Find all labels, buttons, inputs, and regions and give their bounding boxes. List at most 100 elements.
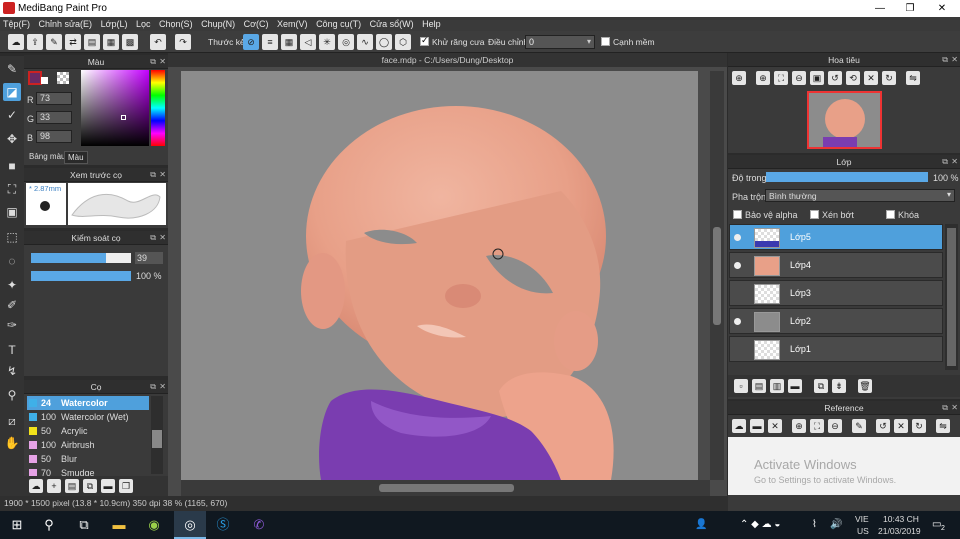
language-line2[interactable]: US <box>857 526 869 536</box>
zoom-in-icon[interactable]: ⊕ <box>756 71 770 85</box>
task-view-icon[interactable]: ⧉ <box>75 516 93 534</box>
g-input[interactable]: 33 <box>36 111 72 124</box>
merge-layer-icon[interactable]: ⇟ <box>832 379 846 393</box>
select-pen-tool-icon[interactable]: ✐ <box>3 296 21 314</box>
secondary-color-swatch[interactable] <box>41 77 48 84</box>
adjust-dropdown[interactable]: 0 ▾ <box>525 35 595 49</box>
new-layer-icon[interactable]: ▫ <box>734 379 748 393</box>
brush-list-item[interactable]: 50 Acrylic <box>27 424 149 438</box>
menu-edit[interactable]: Chỉnh sửa(E) <box>36 17 96 31</box>
viber-icon[interactable]: ✆ <box>250 516 268 534</box>
volume-icon[interactable]: 🔊 <box>830 519 842 530</box>
expand-icon[interactable]: ⧉ <box>150 168 156 182</box>
close-icon[interactable]: ✕ <box>951 401 958 415</box>
operation-tool-icon[interactable]: ↯ <box>3 362 21 380</box>
cloud-reference-icon[interactable]: ☁ <box>732 419 746 433</box>
file-explorer-icon[interactable]: ▬ <box>110 516 128 534</box>
close-icon[interactable]: ✕ <box>951 155 958 169</box>
clock-date[interactable]: 21/03/2019 <box>878 526 921 536</box>
menu-brush[interactable]: Cơ(C) <box>241 17 272 31</box>
cloud-icon[interactable]: ☁ <box>8 34 24 50</box>
menu-select[interactable]: Chọn(S) <box>156 17 196 31</box>
close-icon[interactable]: ✕ <box>159 55 166 69</box>
zoom-out-icon[interactable]: ⊖ <box>828 419 842 433</box>
upload-icon[interactable]: ⇪ <box>27 34 43 50</box>
menu-help[interactable]: Help <box>419 17 444 31</box>
flip-horizontal-icon[interactable]: ⇋ <box>936 419 950 433</box>
close-button[interactable]: ✕ <box>927 0 957 17</box>
visibility-eye-icon[interactable] <box>734 346 741 353</box>
drawing-canvas[interactable] <box>181 71 698 480</box>
zoom-in-icon[interactable]: ⊕ <box>792 419 806 433</box>
close-icon[interactable]: ✕ <box>159 168 166 182</box>
cloud-brush-icon[interactable]: ☁ <box>29 479 43 493</box>
search-icon[interactable]: ⚲ <box>40 516 58 534</box>
menu-filter[interactable]: Lọc <box>133 17 154 31</box>
brush-opacity-slider[interactable] <box>31 271 131 281</box>
horizontal-scroll-thumb[interactable] <box>379 484 514 492</box>
expand-icon[interactable]: ⧉ <box>150 231 156 245</box>
reference-canvas[interactable]: Activate Windows Go to Settings to activ… <box>728 437 960 495</box>
expand-icon[interactable]: ⧉ <box>942 155 948 169</box>
fill-tool-icon[interactable]: ⛶ <box>3 180 21 198</box>
gradient-tool-icon[interactable]: ▣ <box>3 203 21 221</box>
perspective-ruler-icon[interactable]: ◁ <box>300 34 316 50</box>
transparent-color-swatch[interactable] <box>57 72 69 84</box>
reset-icon[interactable]: ✕ <box>894 419 908 433</box>
visibility-eye-icon[interactable] <box>734 234 741 241</box>
clock-time[interactable]: 10:43 CH <box>883 514 919 524</box>
new-halftone-layer-icon[interactable]: ▤ <box>752 379 766 393</box>
menu-window[interactable]: Cửa sổ(W) <box>367 17 417 31</box>
visibility-eye-icon[interactable] <box>734 290 741 297</box>
expand-icon[interactable]: ⧉ <box>150 55 156 69</box>
layer-opacity-slider[interactable] <box>766 172 928 182</box>
radial-ruler-icon[interactable]: ✳ <box>319 34 335 50</box>
vertical-scroll-thumb[interactable] <box>713 227 721 325</box>
reset-rotate-icon[interactable]: ⟲ <box>846 71 860 85</box>
clipping-checkbox[interactable] <box>810 210 819 219</box>
copy-icon[interactable]: ❐ <box>119 479 133 493</box>
b-input[interactable]: 98 <box>36 130 72 143</box>
lock-checkbox[interactable] <box>886 210 895 219</box>
eyedropper-icon[interactable]: ✎ <box>852 419 866 433</box>
dropper-tool-icon[interactable]: ⚲ <box>3 386 21 404</box>
polygon-ruler-icon[interactable]: ⬡ <box>395 34 411 50</box>
grid-icon[interactable]: ▩ <box>122 34 138 50</box>
canvas-horizontal-scrollbar[interactable] <box>181 480 710 496</box>
brush-list-item[interactable]: 100 Airbrush <box>27 438 149 452</box>
ellipse-ruler-icon[interactable]: ◯ <box>376 34 392 50</box>
rotate-left-icon[interactable]: ↺ <box>876 419 890 433</box>
brush-list-item[interactable]: 24 Watercolor <box>27 396 149 410</box>
rotate-right-icon[interactable]: ↻ <box>912 419 926 433</box>
duplicate-brush-icon[interactable]: ⧉ <box>83 479 97 493</box>
zoom-fit-icon[interactable]: ⊕ <box>732 71 746 85</box>
layer-row[interactable]: Lớp2 <box>729 308 943 334</box>
fit-window-icon[interactable]: ⛶ <box>774 71 788 85</box>
zoom-out-icon[interactable]: ⊖ <box>792 71 806 85</box>
ruler-off-icon[interactable]: ⊘ <box>243 34 259 50</box>
tab-color[interactable]: Màu <box>64 151 88 164</box>
move-tool-icon[interactable]: ✥ <box>3 130 21 148</box>
menu-tools[interactable]: Công cụ(T) <box>313 17 364 31</box>
document-icon[interactable]: ▤ <box>84 34 100 50</box>
layer-row[interactable]: Lớp4 <box>729 252 943 278</box>
expand-icon[interactable]: ⧉ <box>150 380 156 394</box>
rotate-left-icon[interactable]: ↺ <box>828 71 842 85</box>
expand-icon[interactable]: ⧉ <box>942 401 948 415</box>
smooth-edge-checkbox[interactable] <box>601 37 610 46</box>
brush-settings-icon[interactable]: ▤ <box>65 479 79 493</box>
layer-list-scrollbar[interactable] <box>945 224 958 370</box>
primary-color-swatch[interactable] <box>28 71 42 85</box>
layer-row[interactable]: Lớp3 <box>729 280 943 306</box>
page-icon[interactable]: ▦ <box>103 34 119 50</box>
restore-button[interactable]: ❐ <box>895 0 925 17</box>
actual-size-icon[interactable]: ▣ <box>810 71 824 85</box>
hue-slider[interactable] <box>151 70 165 146</box>
menu-view[interactable]: Xem(V) <box>274 17 311 31</box>
scroll-thumb[interactable] <box>947 228 956 366</box>
people-icon[interactable]: 👤 <box>695 519 707 530</box>
start-icon[interactable]: ⊞ <box>8 516 26 534</box>
antialias-checkbox[interactable] <box>420 35 429 46</box>
open-reference-icon[interactable]: ▬ <box>750 419 764 433</box>
grid-ruler-icon[interactable]: ▦ <box>281 34 297 50</box>
